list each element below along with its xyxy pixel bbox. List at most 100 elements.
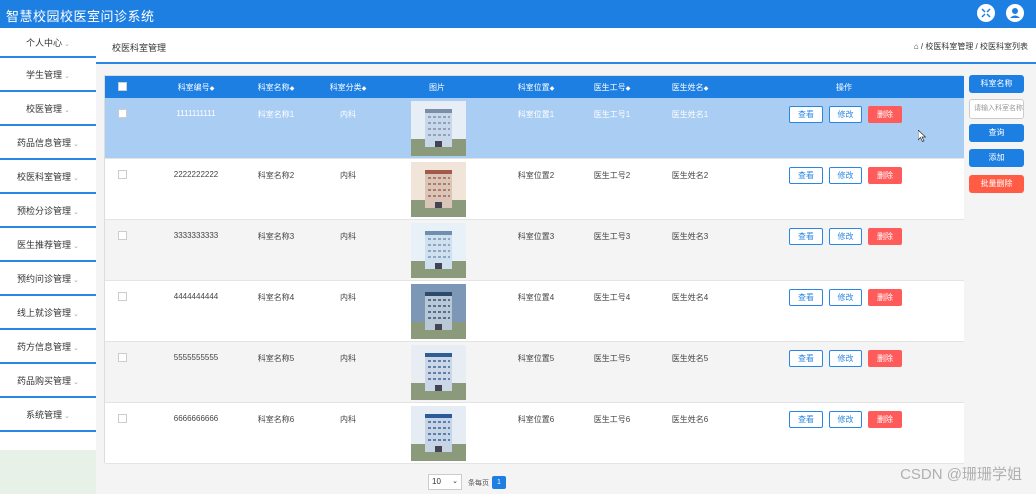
chevron-down-icon: ⌄ [73,175,79,182]
sidebar-item-label: 医生推荐管理 [17,240,72,250]
cell-name: 科室名称1 [257,110,295,119]
cell-code: 6666666666 [173,414,219,423]
cell-name: 科室名称5 [257,354,295,363]
column-header-category[interactable]: 科室分类◆ [313,82,383,93]
sidebar-item-medicine-info[interactable]: 药品信息管理 ⌄ [0,126,96,160]
sidebar-item-online-visit[interactable]: 线上就诊管理 ⌄ [0,296,96,330]
sidebar-item-doctor-recommend[interactable]: 医生推荐管理 ⌄ [0,228,96,262]
sidebar-footer-area [0,450,96,494]
column-header-doctor-name[interactable]: 医生姓名◆ [655,82,725,93]
cell-location: 科室位置6 [517,415,555,424]
page-size-select[interactable]: 10 ⌄ [428,474,462,490]
delete-button[interactable]: 删除 [868,289,902,306]
view-button[interactable]: 查看 [789,350,823,367]
sidebar-item-department[interactable]: 校医科室管理 ⌄ [0,160,96,194]
edit-button[interactable]: 修改 [829,106,862,123]
sidebar-item-student[interactable]: 学生管理 ⌄ [0,58,96,92]
select-all-checkbox[interactable] [118,82,127,91]
column-header-image: 图片 [429,83,445,92]
fullscreen-icon[interactable] [977,4,995,22]
filter-label-button[interactable]: 科室名称 [969,75,1024,93]
delete-button[interactable]: 删除 [868,350,902,367]
table-row[interactable]: 6666666666 科室名称6 内科 科室位置6 医生工号6 医生姓名6 查看 修改 删除 [105,403,964,464]
sidebar-item-label: 药品信息管理 [17,138,72,148]
breadcrumb-bar: 校医科室管理 ⌂ / 校医科室管理 / 校医科室列表 [96,28,1036,64]
sort-icon: ◆ [209,86,215,92]
cell-doctor-name: 医生姓名4 [671,293,709,302]
cell-doctor-name: 医生姓名5 [671,354,709,363]
cell-category: 内科 [340,293,356,302]
column-header-name[interactable]: 科室名称◆ [241,82,311,93]
view-button[interactable]: 查看 [789,411,823,428]
top-bar: 智慧校园校医室问诊系统 [0,0,1036,28]
cell-doctor-id: 医生工号1 [593,110,631,119]
edit-button[interactable]: 修改 [829,350,862,367]
sidebar-item-label: 线上就诊管理 [17,308,72,318]
row-checkbox[interactable] [118,414,127,423]
department-table: 科室编号◆ 科室名称◆ 科室分类◆ 图片 科室位置◆ 医生工号◆ 医生姓名◆ 操… [104,75,964,464]
sidebar-item-triage[interactable]: 预检分诊管理 ⌄ [0,194,96,228]
sidebar-item-prescription[interactable]: 药方信息管理 ⌄ [0,330,96,364]
page-number-button[interactable]: 1 [492,476,506,489]
add-button[interactable]: 添加 [969,149,1024,167]
delete-button[interactable]: 删除 [868,411,902,428]
column-header-doctor-id[interactable]: 医生工号◆ [577,82,647,93]
column-header-location[interactable]: 科室位置◆ [501,82,571,93]
edit-button[interactable]: 修改 [829,289,862,306]
chevron-down-icon: ⌄ [64,41,70,48]
sort-icon: ◆ [703,86,709,92]
department-image [411,345,466,400]
cell-location: 科室位置5 [517,354,555,363]
watermark: CSDN @珊珊学姐 [900,466,1022,483]
query-button[interactable]: 查询 [969,124,1024,142]
app-title: 智慧校园校医室问诊系统 [6,9,155,24]
view-button[interactable]: 查看 [789,228,823,245]
row-checkbox[interactable] [118,353,127,362]
cell-doctor-id: 医生工号5 [593,354,631,363]
chevron-down-icon: ⌄ [64,413,70,420]
row-checkbox[interactable] [118,292,127,301]
batch-delete-button[interactable]: 批量删除 [969,175,1024,193]
cell-code: 1111111111 [176,109,216,118]
user-avatar-icon[interactable] [1006,4,1024,22]
sidebar-item-system[interactable]: 系统管理 ⌄ [0,398,96,432]
chevron-down-icon: ⌄ [73,141,79,148]
edit-button[interactable]: 修改 [829,167,862,184]
sort-icon: ◆ [289,86,295,92]
cell-doctor-name: 医生姓名3 [671,232,709,241]
breadcrumb-text[interactable]: / 校医科室管理 / 校医科室列表 [921,42,1028,51]
view-button[interactable]: 查看 [789,106,823,123]
search-input[interactable]: 请输入科室名称 [969,99,1024,119]
cell-code: 4444444444 [173,292,219,301]
table-row[interactable]: 2222222222 科室名称2 内科 科室位置2 医生工号2 医生姓名2 查看 修改 删除 [105,159,964,220]
view-button[interactable]: 查看 [789,289,823,306]
chevron-down-icon: ⌄ [73,277,79,284]
cell-name: 科室名称3 [257,232,295,241]
sidebar-item-doctor[interactable]: 校医管理 ⌄ [0,92,96,126]
cell-name: 科室名称4 [257,293,295,302]
view-button[interactable]: 查看 [789,167,823,184]
cell-doctor-id: 医生工号2 [593,171,631,180]
column-header-code[interactable]: 科室编号◆ [161,82,231,93]
sidebar-item-appointment[interactable]: 预约问诊管理 ⌄ [0,262,96,296]
table-row[interactable]: 4444444444 科室名称4 内科 科室位置4 医生工号4 医生姓名4 查看 修改 删除 [105,281,964,342]
chevron-down-icon: ⌄ [73,209,79,216]
sidebar-item-personal-center[interactable]: 个人中心 ⌄ [0,28,96,58]
sidebar-item-medicine-purchase[interactable]: 药品购买管理 ⌄ [0,364,96,398]
edit-button[interactable]: 修改 [829,411,862,428]
chevron-down-icon: ⌄ [73,311,79,318]
sidebar-item-label: 预约问诊管理 [17,274,72,284]
delete-button[interactable]: 删除 [868,167,902,184]
table-row[interactable]: 5555555555 科室名称5 内科 科室位置5 医生工号5 医生姓名5 查看 修改 删除 [105,342,964,403]
delete-button[interactable]: 删除 [868,106,902,123]
row-checkbox[interactable] [118,231,127,240]
row-checkbox[interactable] [118,109,127,118]
row-checkbox[interactable] [118,170,127,179]
cell-doctor-id: 医生工号3 [593,232,631,241]
table-row[interactable]: 3333333333 科室名称3 内科 科室位置3 医生工号3 医生姓名3 查看 修改 删除 [105,220,964,281]
edit-button[interactable]: 修改 [829,228,862,245]
delete-button[interactable]: 删除 [868,228,902,245]
cell-location: 科室位置3 [517,232,555,241]
table-row[interactable]: 1111111111 科室名称1 内科 科室位置1 医生工号1 医生姓名1 查看 修改 删除 [105,98,964,159]
home-icon[interactable]: ⌂ [914,42,919,51]
